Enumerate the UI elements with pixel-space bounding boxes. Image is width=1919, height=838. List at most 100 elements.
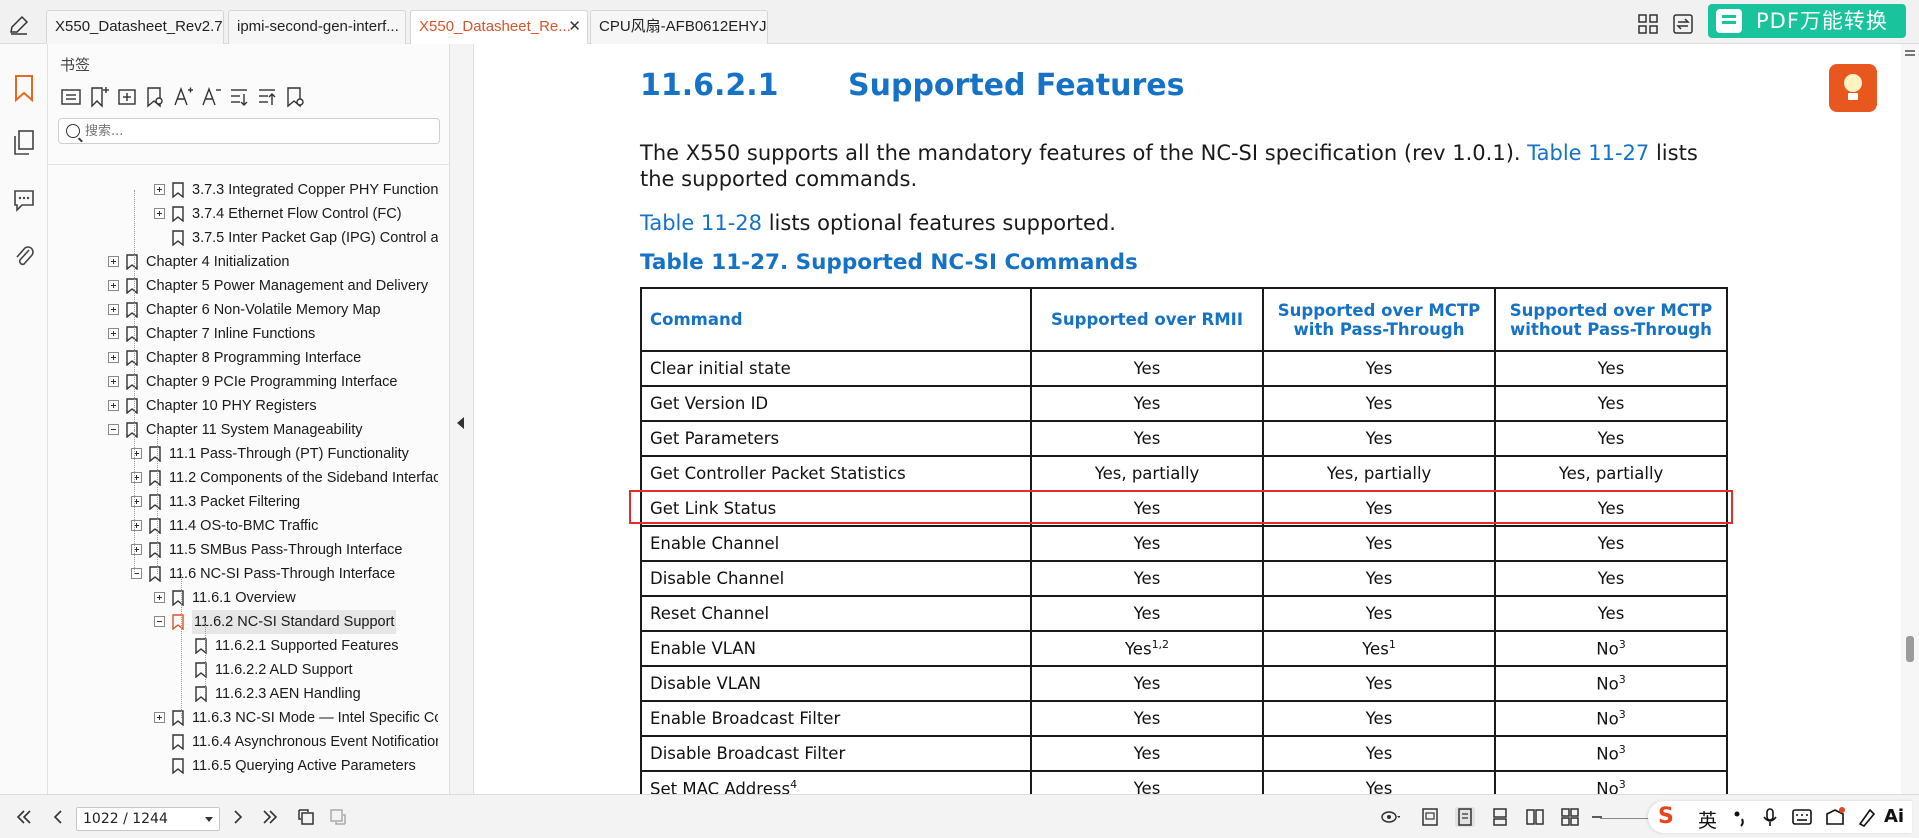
switch-window-icon[interactable] xyxy=(1672,13,1694,35)
expand-icon[interactable] xyxy=(131,520,142,531)
bookmark-item[interactable]: 3.7.5 Inter Packet Gap (IPG) Control and xyxy=(48,226,438,250)
document-scrollbar-thumb[interactable] xyxy=(1906,636,1914,662)
two-page-icon[interactable] xyxy=(1525,807,1545,827)
expand-icon[interactable] xyxy=(131,448,142,459)
bookmark-item[interactable]: Chapter 10 PHY Registers xyxy=(48,394,438,418)
bookmark-label: Chapter 9 PCIe Programming Interface xyxy=(146,374,398,390)
bookmark-item[interactable]: Chapter 6 Non-Volatile Memory Map xyxy=(48,298,438,322)
document-scrollbar[interactable] xyxy=(1901,44,1919,794)
grid-view-icon[interactable] xyxy=(1637,13,1659,35)
search-bookmark-icon[interactable] xyxy=(144,84,166,110)
comments-icon[interactable] xyxy=(12,186,36,214)
expand-icon[interactable] xyxy=(154,712,165,723)
bookmark-item[interactable]: Chapter 8 Programming Interface xyxy=(48,346,438,370)
bookmark-item[interactable]: 11.1 Pass-Through (PT) Functionality xyxy=(48,442,438,466)
tips-button[interactable] xyxy=(1829,64,1877,112)
add-bookmark-icon[interactable] xyxy=(88,84,110,110)
collapse-panel-icon[interactable] xyxy=(457,417,464,429)
bookmark-item[interactable]: Chapter 4 Initialization xyxy=(48,250,438,274)
bookmark-list-icon[interactable] xyxy=(60,84,82,110)
zoom-out-icon[interactable] xyxy=(1588,807,1608,827)
expand-icon[interactable] xyxy=(108,376,119,387)
ime-language-toggle[interactable]: 英 xyxy=(1698,806,1717,833)
bookmark-item[interactable]: Chapter 11 System Manageability xyxy=(48,418,438,442)
bookmark-settings-icon[interactable] xyxy=(284,84,306,110)
edit-icon[interactable] xyxy=(8,14,30,36)
keyboard-icon[interactable] xyxy=(1792,808,1812,826)
tab-4[interactable]: CPU风扇-AFB0612EHYJ... xyxy=(590,10,768,44)
bookmark-item[interactable]: 3.7.4 Ethernet Flow Control (FC) xyxy=(48,202,438,226)
bookmark-item[interactable]: 11.6.4 Asynchronous Event Notifications xyxy=(48,730,438,754)
eye-view-mode-icon[interactable] xyxy=(1380,807,1400,827)
expand-icon[interactable] xyxy=(108,400,119,411)
expand-icon[interactable] xyxy=(154,592,165,603)
expand-icon[interactable] xyxy=(108,352,119,363)
bookmark-item[interactable]: Chapter 7 Inline Functions xyxy=(48,322,438,346)
bookmark-item[interactable]: 11.2 Components of the Sideband Interfac… xyxy=(48,466,438,490)
collapse-icon[interactable] xyxy=(154,616,165,627)
bookmark-item[interactable]: 11.6.2.3 AEN Handling xyxy=(48,682,438,706)
chevron-down-icon[interactable] xyxy=(205,817,213,822)
collapse-icon[interactable] xyxy=(131,568,142,579)
expand-icon[interactable] xyxy=(131,544,142,555)
tab-3-active[interactable]: X550_Datasheet_Re... ✕ xyxy=(410,10,588,45)
collapse-icon[interactable] xyxy=(108,424,119,435)
microphone-icon[interactable] xyxy=(1762,807,1778,827)
expand-icon[interactable] xyxy=(154,184,165,195)
bookmark-item[interactable]: 11.6 NC-SI Pass-Through Interface xyxy=(48,562,438,586)
expand-icon[interactable] xyxy=(131,472,142,483)
expand-icon[interactable] xyxy=(108,256,119,267)
bookmark-panel-icon[interactable] xyxy=(12,74,36,102)
bookmark-item[interactable]: 3.7.3 Integrated Copper PHY Functional xyxy=(48,178,438,202)
continuous-page-icon[interactable] xyxy=(1490,807,1510,827)
next-page-icon[interactable] xyxy=(228,807,248,827)
close-tab-icon[interactable]: ✕ xyxy=(568,11,581,43)
panel-splitter[interactable] xyxy=(450,44,474,794)
thumbnails-icon[interactable] xyxy=(12,129,36,157)
bookmark-item[interactable]: 11.6.1 Overview xyxy=(48,586,438,610)
two-page-continuous-icon[interactable] xyxy=(1560,807,1580,827)
bookmark-item[interactable]: 11.3 Packet Filtering xyxy=(48,490,438,514)
bookmark-item[interactable]: 11.6.2.2 ALD Support xyxy=(48,658,438,682)
forward-view-icon[interactable] xyxy=(328,807,348,827)
expand-all-icon[interactable] xyxy=(228,84,250,110)
back-view-icon[interactable] xyxy=(296,807,316,827)
bookmark-item[interactable]: 11.6.3 NC-SI Mode — Intel Specific Cor xyxy=(48,706,438,730)
ai-assistant-button[interactable]: Ai xyxy=(1884,806,1904,827)
decrease-font-icon[interactable] xyxy=(200,84,222,110)
bookmark-item[interactable]: Chapter 5 Power Management and Delivery xyxy=(48,274,438,298)
sogou-logo-icon[interactable]: S xyxy=(1658,805,1682,829)
add-child-bookmark-icon[interactable] xyxy=(116,84,138,110)
expand-icon[interactable] xyxy=(131,496,142,507)
expand-icon[interactable] xyxy=(108,328,119,339)
increase-font-icon[interactable] xyxy=(172,84,194,110)
table-11-27-link[interactable]: Table 11-27 xyxy=(1527,141,1649,165)
tab-1[interactable]: X550_Datasheet_Rev2.7... xyxy=(46,10,224,44)
bookmark-item[interactable]: Chapter 9 PCIe Programming Interface xyxy=(48,370,438,394)
single-page-icon[interactable] xyxy=(1455,807,1475,827)
pdf-convert-button[interactable]: PDF万能转换 xyxy=(1708,4,1906,38)
attachment-icon[interactable] xyxy=(12,242,36,270)
fit-page-icon[interactable] xyxy=(1420,807,1440,827)
bookmark-item[interactable]: 11.4 OS-to-BMC Traffic xyxy=(48,514,438,538)
prev-page-icon[interactable] xyxy=(48,807,68,827)
expand-icon[interactable] xyxy=(108,280,119,291)
bookmark-item[interactable]: 11.6.5 Querying Active Parameters xyxy=(48,754,438,778)
punctuation-icon[interactable] xyxy=(1732,809,1748,827)
bookmark-item[interactable]: 11.6.2 NC-SI Standard Support xyxy=(48,610,438,634)
bookmark-search-input[interactable] xyxy=(85,122,425,140)
bookmark-panel: 书签 3.7.3 Integrated Copper PHY Functiona… xyxy=(48,44,494,802)
expand-icon[interactable] xyxy=(154,208,165,219)
collapse-all-icon[interactable] xyxy=(256,84,278,110)
bookmark-item[interactable]: 11.5 SMBus Pass-Through Interface xyxy=(48,538,438,562)
skin-icon[interactable] xyxy=(1824,806,1846,828)
page-number-input[interactable]: 1022 / 1244 xyxy=(76,807,220,831)
toolbox-icon[interactable] xyxy=(1856,806,1876,828)
first-page-icon[interactable] xyxy=(14,807,34,827)
table-11-28-link[interactable]: Table 11-28 xyxy=(640,211,762,235)
expand-icon[interactable] xyxy=(108,304,119,315)
tab-2[interactable]: ipmi-second-gen-interf... xyxy=(228,10,406,44)
bookmark-item[interactable]: 11.6.6 Resets xyxy=(48,778,438,780)
last-page-icon[interactable] xyxy=(260,807,280,827)
bookmark-item[interactable]: 11.6.2.1 Supported Features xyxy=(48,634,438,658)
